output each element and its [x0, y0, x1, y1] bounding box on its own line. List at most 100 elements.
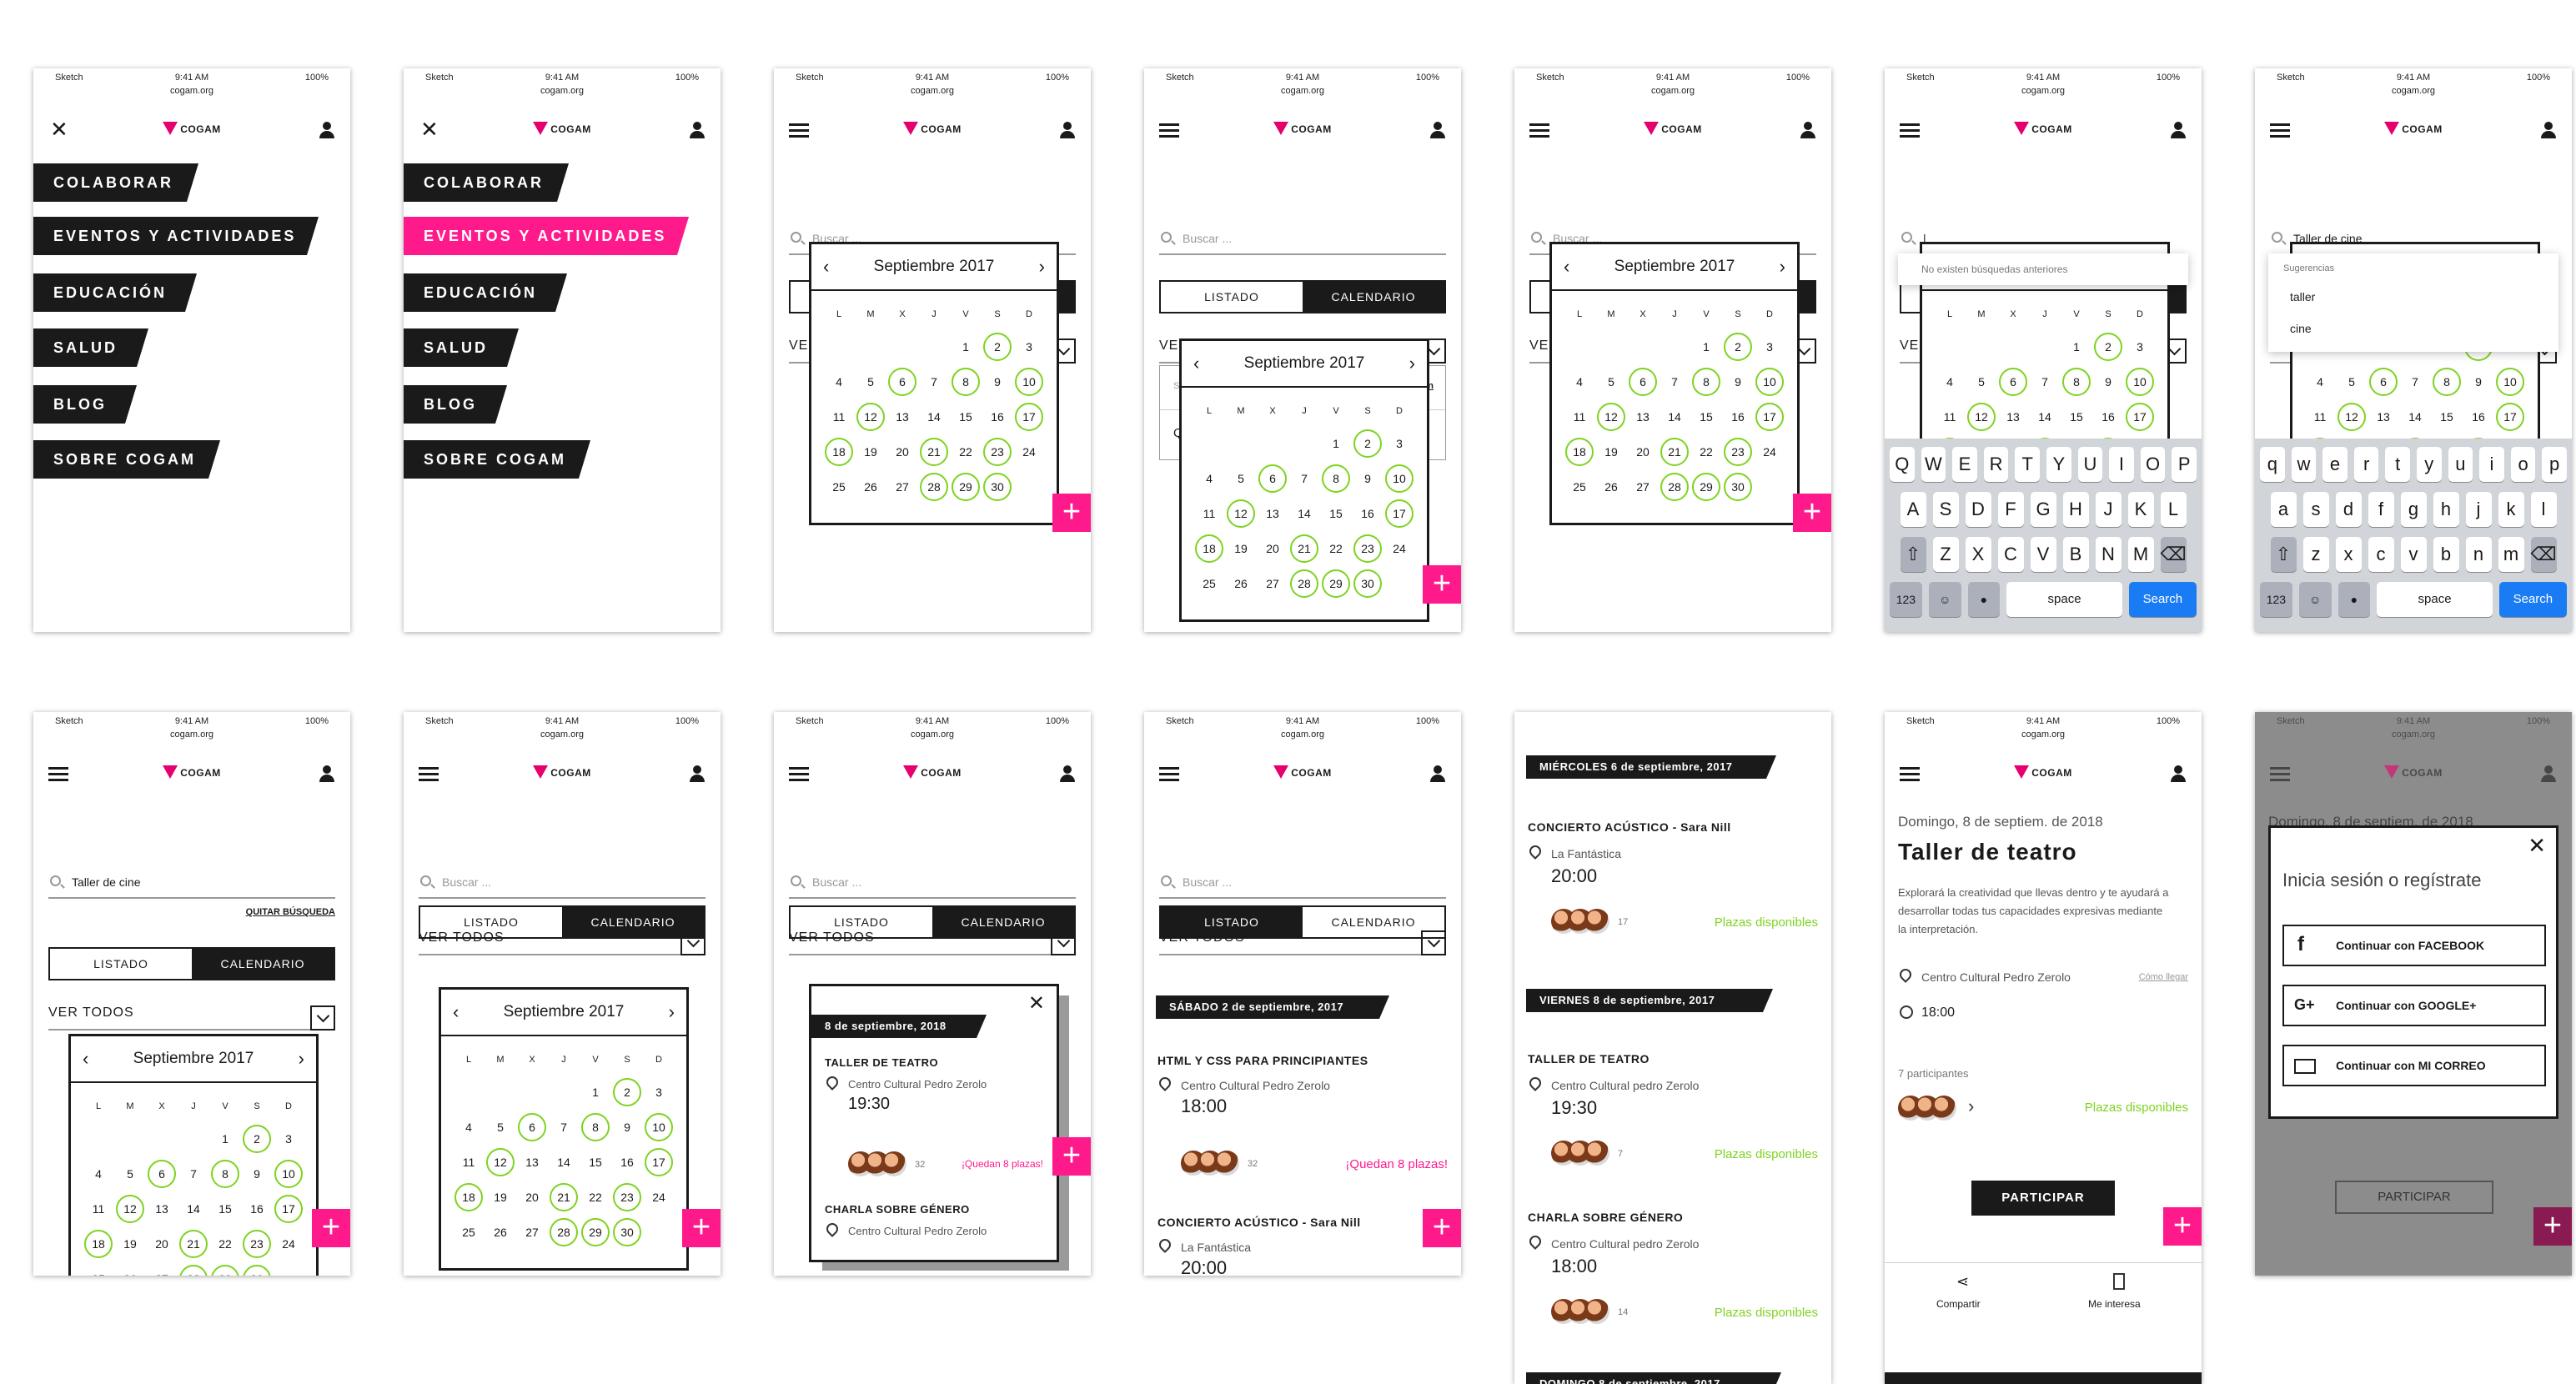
user-icon[interactable]: [1429, 122, 1446, 138]
calendar-day[interactable]: 7: [918, 364, 950, 399]
calendar-day[interactable]: 30: [1722, 469, 1754, 504]
calendar-day[interactable]: 11: [2304, 399, 2336, 434]
chevron-down-icon[interactable]: [1421, 930, 1446, 955]
calendar-day[interactable]: 11: [1193, 496, 1225, 531]
suggestion-item[interactable]: taller: [2290, 290, 2315, 303]
calendar-day[interactable]: 5: [114, 1156, 146, 1191]
calendar-day[interactable]: 9: [982, 364, 1013, 399]
search-input[interactable]: Buscar ...: [1159, 865, 1446, 899]
calendar-day[interactable]: 3: [643, 1075, 675, 1110]
key[interactable]: s: [2302, 492, 2329, 527]
key[interactable]: u: [2448, 447, 2473, 482]
calendar-day[interactable]: 5: [1966, 364, 1997, 399]
calendar-day[interactable]: 8: [2061, 364, 2092, 399]
tab-listado[interactable]: LISTADO: [50, 949, 192, 979]
calendar-day[interactable]: 25: [453, 1215, 485, 1250]
logo[interactable]: COGAM: [404, 765, 721, 779]
menu-educacion[interactable]: EDUCACIÓN: [33, 273, 197, 312]
calendar-day[interactable]: 16: [241, 1191, 273, 1226]
calendar-day[interactable]: 8: [1690, 364, 1722, 399]
logo[interactable]: COGAM: [1144, 765, 1461, 779]
calendar-day[interactable]: 17: [273, 1191, 304, 1226]
calendar-day[interactable]: 5: [485, 1110, 516, 1145]
shift-key[interactable]: ⇧: [2270, 537, 2297, 572]
add-button[interactable]: +: [1423, 1209, 1461, 1247]
logo[interactable]: COGAM: [33, 122, 350, 135]
event-title[interactable]: TALLER DE TEATRO: [1528, 1052, 1650, 1066]
user-icon[interactable]: [689, 765, 706, 782]
calendar-day[interactable]: 4: [823, 364, 855, 399]
calendar-day[interactable]: 10: [643, 1110, 675, 1145]
calendar-day[interactable]: 23: [1722, 434, 1754, 469]
user-icon[interactable]: [2540, 122, 2557, 138]
chevron-down-icon[interactable]: [1051, 930, 1076, 955]
key[interactable]: y: [2417, 447, 2442, 482]
calendar-day[interactable]: 8: [580, 1110, 611, 1145]
key[interactable]: O: [2140, 447, 2166, 482]
calendar-day[interactable]: 7: [178, 1156, 209, 1191]
calendar-day[interactable]: 4: [1193, 461, 1225, 496]
calendar-day[interactable]: 22: [580, 1180, 611, 1215]
calendar-day[interactable]: 1: [1690, 329, 1722, 364]
menu-sobre[interactable]: SOBRE COGAM: [33, 440, 220, 479]
logo[interactable]: COGAM: [774, 122, 1091, 135]
event-title[interactable]: CHARLA SOBRE GÉNERO: [825, 1203, 970, 1216]
key[interactable]: k: [2498, 492, 2524, 527]
calendar-day[interactable]: 9: [241, 1156, 273, 1191]
key[interactable]: D: [1965, 492, 1991, 527]
calendar-day[interactable]: 27: [516, 1215, 548, 1250]
filter-select[interactable]: VER TODOS: [419, 930, 706, 955]
calendar-day[interactable]: 25: [1193, 566, 1225, 601]
calendar-day[interactable]: 19: [1225, 531, 1257, 566]
calendar-day[interactable]: 18: [453, 1180, 485, 1215]
calendar-day[interactable]: 16: [2092, 399, 2124, 434]
calendar-day[interactable]: 1: [1320, 426, 1352, 461]
calendar-day[interactable]: 6: [886, 364, 918, 399]
calendar-day[interactable]: 17: [1383, 496, 1415, 531]
calendar-day[interactable]: 16: [1722, 399, 1754, 434]
key[interactable]: b: [2433, 537, 2459, 572]
calendar-day[interactable]: 11: [823, 399, 855, 434]
backspace-key[interactable]: ⌫: [2160, 537, 2187, 572]
event-title[interactable]: TALLER DE TEATRO: [825, 1056, 938, 1069]
calendar-day[interactable]: 1: [2061, 329, 2092, 364]
key[interactable]: Q: [1890, 447, 1915, 482]
calendar-day[interactable]: 22: [950, 434, 982, 469]
calendar-day[interactable]: 17: [643, 1145, 675, 1180]
calendar-day[interactable]: 14: [1288, 496, 1320, 531]
add-button[interactable]: +: [1793, 494, 1831, 532]
logo[interactable]: COGAM: [2255, 765, 2572, 779]
tab-calendario[interactable]: CALENDARIO: [192, 949, 334, 979]
event-title[interactable]: CHARLA SOBRE GÉNERO: [1528, 1211, 1683, 1224]
calendar-day[interactable]: 29: [580, 1215, 611, 1250]
menu-salud[interactable]: SALUD: [33, 328, 148, 367]
calendar-day[interactable]: 12: [855, 399, 886, 434]
menu-colaborar[interactable]: COLABORAR: [404, 163, 569, 202]
key[interactable]: g: [2400, 492, 2427, 527]
key[interactable]: P: [2172, 447, 2197, 482]
key[interactable]: Y: [2046, 447, 2071, 482]
add-button[interactable]: +: [682, 1209, 721, 1247]
calendar-day[interactable]: 1: [209, 1121, 241, 1156]
calendar-day[interactable]: 4: [83, 1156, 114, 1191]
mic-icon[interactable]: ●: [1967, 582, 2001, 617]
calendar-day[interactable]: 14: [1659, 399, 1690, 434]
calendar-day[interactable]: 3: [2124, 329, 2156, 364]
calendar-day[interactable]: 19: [485, 1180, 516, 1215]
user-icon[interactable]: [319, 765, 335, 782]
calendar-day[interactable]: 20: [516, 1180, 548, 1215]
calendar-day[interactable]: 20: [886, 434, 918, 469]
calendar-day[interactable]: 6: [1997, 364, 2029, 399]
calendar-day[interactable]: 2: [1722, 329, 1754, 364]
calendar-day[interactable]: 6: [2368, 364, 2399, 399]
calendar-day[interactable]: 11: [1564, 399, 1595, 434]
event-title[interactable]: CONCIERTO ACÚSTICO - Sara Nill: [1157, 1216, 1361, 1229]
calendar-day[interactable]: 30: [982, 469, 1013, 504]
search-input[interactable]: Buscar ...: [1159, 222, 1446, 255]
calendar-day[interactable]: 29: [1690, 469, 1722, 504]
key[interactable]: e: [2322, 447, 2348, 482]
search-key[interactable]: Search: [2498, 582, 2567, 617]
bookmark-icon[interactable]: [2113, 1273, 2125, 1290]
search-key[interactable]: Search: [2128, 582, 2197, 617]
user-icon[interactable]: [1800, 122, 1816, 138]
